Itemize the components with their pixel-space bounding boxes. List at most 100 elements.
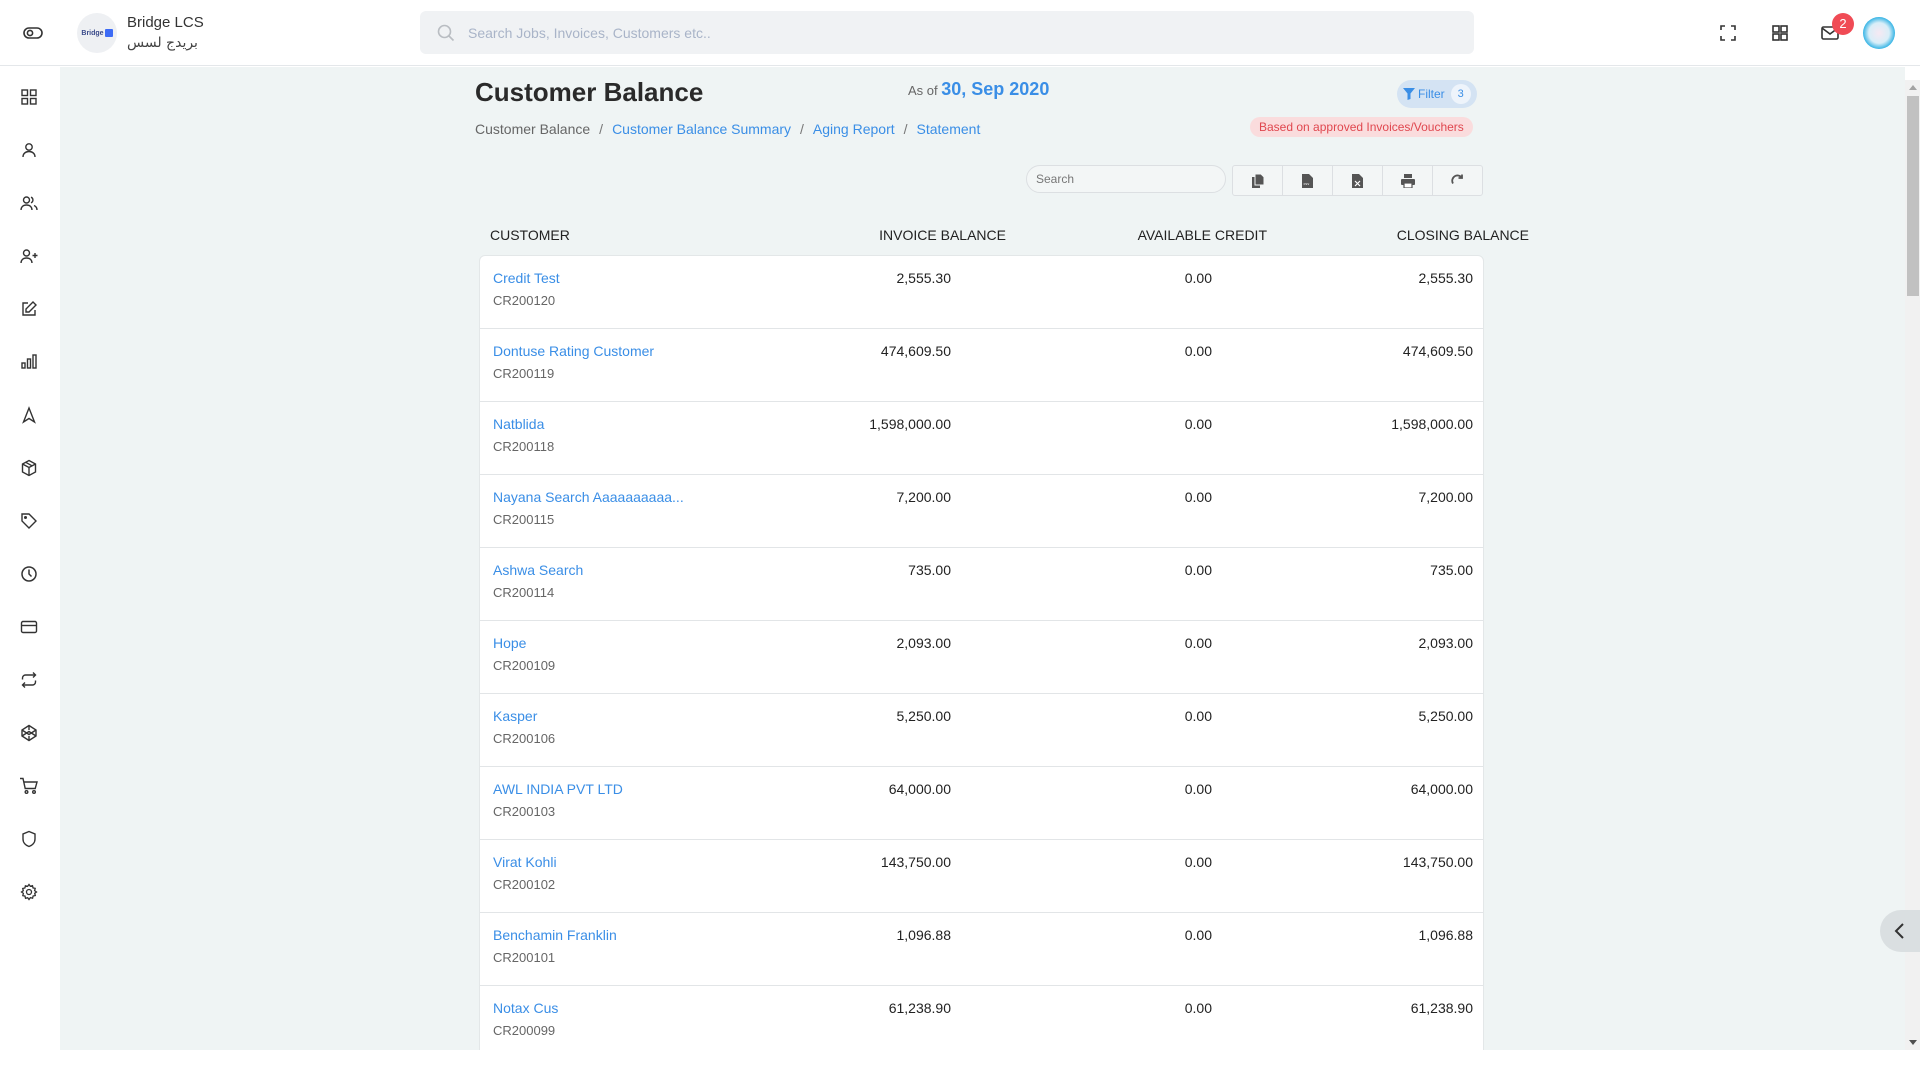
- csv-button[interactable]: csv: [1283, 166, 1333, 195]
- logo-mark: [104, 29, 113, 37]
- table-search-input[interactable]: [1026, 165, 1226, 193]
- panel-collapse-button[interactable]: [1880, 910, 1920, 952]
- available-credit-value: 0.00: [1184, 781, 1212, 797]
- table-row: Natblida CR200118 1,598,000.00 0.00 1,598,00…: [480, 402, 1483, 475]
- customer-name-link[interactable]: Ashwa Search: [493, 562, 583, 578]
- toggle-icon[interactable]: [22, 24, 44, 42]
- table-row: Hope CR200109 2,093.00 0.00 2,093.00: [480, 621, 1483, 694]
- column-header-closing-balance[interactable]: CLOSING BALANCE: [1397, 227, 1529, 243]
- cart-icon: [20, 777, 38, 794]
- user-avatar[interactable]: [1863, 17, 1895, 49]
- customer-name-link[interactable]: Nayana Search Aaaaaaaaaa...: [493, 489, 684, 505]
- column-header-customer[interactable]: CUSTOMER: [490, 227, 570, 243]
- customer-name-link[interactable]: Hope: [493, 635, 526, 651]
- invoice-balance-value: 2,093.00: [896, 635, 952, 651]
- sidebar-item-history[interactable]: [18, 563, 40, 585]
- customer-name-link[interactable]: AWL INDIA PVT LTD: [493, 781, 623, 797]
- as-of-value[interactable]: 30, Sep 2020: [941, 79, 1049, 99]
- sidebar-item-dashboard[interactable]: [18, 86, 40, 108]
- vertical-scrollbar[interactable]: [1905, 80, 1920, 1050]
- breadcrumb-statement[interactable]: Statement: [917, 121, 981, 137]
- closing-balance-value: 1,598,000.00: [1391, 416, 1473, 432]
- sidebar-item-packages[interactable]: [18, 457, 40, 479]
- table-row: Ashwa Search CR200114 735.00 0.00 735.00: [480, 548, 1483, 621]
- copy-button[interactable]: [1233, 166, 1283, 195]
- sidebar-item-settings[interactable]: [18, 881, 40, 903]
- scroll-up-arrow[interactable]: [1909, 85, 1917, 90]
- clock-icon: [21, 566, 37, 582]
- breadcrumb-customer-balance-summary[interactable]: Customer Balance Summary: [612, 121, 791, 137]
- breadcrumb-aging-report[interactable]: Aging Report: [813, 121, 895, 137]
- table-row: Virat Kohli CR200102 143,750.00 0.00 143,750…: [480, 840, 1483, 913]
- brand-logo[interactable]: Bridge: [77, 13, 117, 53]
- customer-name-link[interactable]: Dontuse Rating Customer: [493, 343, 654, 359]
- sidebar-item-users[interactable]: [18, 192, 40, 214]
- export-toolbar: csv: [1232, 165, 1483, 196]
- notification-badge: 2: [1832, 13, 1854, 35]
- invoice-balance-value: 1,096.88: [896, 927, 952, 943]
- print-button[interactable]: [1383, 166, 1433, 195]
- apps-grid-icon[interactable]: [1769, 22, 1791, 44]
- sidebar-item-edit[interactable]: [18, 298, 40, 320]
- available-credit-value: 0.00: [1184, 1000, 1212, 1016]
- global-search-input[interactable]: [468, 24, 1368, 41]
- user-plus-icon: [20, 249, 38, 264]
- codepen-icon: [21, 724, 37, 742]
- customer-name-link[interactable]: Credit Test: [493, 270, 560, 286]
- customer-name-link[interactable]: Kasper: [493, 708, 537, 724]
- customer-name-link[interactable]: Notax Cus: [493, 1000, 558, 1016]
- sidebar-item-transfers[interactable]: [18, 669, 40, 691]
- available-credit-value: 0.00: [1184, 416, 1212, 432]
- sidebar-item-tags[interactable]: [18, 510, 40, 532]
- excel-button[interactable]: [1333, 166, 1383, 195]
- sidebar: [0, 67, 60, 1050]
- customer-name-link[interactable]: Virat Kohli: [493, 854, 557, 870]
- sidebar-item-security[interactable]: [18, 828, 40, 850]
- sidebar-item-integrations[interactable]: [18, 722, 40, 744]
- customer-name-link[interactable]: Benchamin Franklin: [493, 927, 617, 943]
- invoice-balance-value: 2,555.30: [896, 270, 952, 286]
- table-row: Nayana Search Aaaaaaaaaa... CR200115 7,200…: [480, 475, 1483, 548]
- scrollbar-thumb[interactable]: [1907, 96, 1919, 296]
- fullscreen-icon[interactable]: [1717, 22, 1739, 44]
- invoice-balance-value: 64,000.00: [888, 781, 951, 797]
- table-row: Notax Cus CR200099 61,238.90 0.00 61,238.90: [480, 986, 1483, 1050]
- scroll-down-arrow[interactable]: [1909, 1040, 1917, 1045]
- sidebar-item-navigation[interactable]: [18, 404, 40, 426]
- customer-code: CR200114: [493, 585, 555, 600]
- column-header-available-credit[interactable]: AVAILABLE CREDIT: [1138, 227, 1267, 243]
- grid-icon: [21, 89, 37, 105]
- sidebar-item-payments[interactable]: [18, 616, 40, 638]
- closing-balance-value: 61,238.90: [1410, 1000, 1473, 1016]
- sidebar-item-orders[interactable]: [18, 775, 40, 797]
- refresh-button[interactable]: [1433, 166, 1482, 195]
- print-icon: [1400, 173, 1415, 188]
- sidebar-item-user[interactable]: [18, 139, 40, 161]
- table-row: Credit Test CR200120 2,555.30 0.00 2,555.30: [480, 256, 1483, 329]
- main-content: Customer Balance As of 30, Sep 2020 Filt…: [60, 67, 1905, 1050]
- global-search[interactable]: [420, 11, 1474, 54]
- customer-name-link[interactable]: Natblida: [493, 416, 544, 432]
- repeat-icon: [21, 672, 37, 688]
- refresh-icon: [1451, 174, 1463, 184]
- bar-chart-icon: [21, 354, 37, 369]
- svg-text:csv: csv: [1304, 182, 1310, 186]
- breadcrumb-current: Customer Balance: [475, 121, 591, 137]
- customer-code: CR200101: [493, 950, 556, 965]
- filter-button[interactable]: Filter 3: [1397, 80, 1477, 108]
- closing-balance-value: 7,200.00: [1418, 489, 1474, 505]
- csv-icon: csv: [1302, 173, 1313, 188]
- table-row: Benchamin Franklin CR200101 1,096.88 0.00 1,…: [480, 913, 1483, 986]
- available-credit-value: 0.00: [1184, 854, 1212, 870]
- table-row: Dontuse Rating Customer CR200119 474,609.5…: [480, 329, 1483, 402]
- invoice-balance-value: 7,200.00: [896, 489, 952, 505]
- breadcrumb-separator: /: [599, 121, 604, 137]
- shield-icon: [22, 830, 36, 848]
- column-header-invoice-balance[interactable]: INVOICE BALANCE: [879, 227, 1006, 243]
- sidebar-item-reports[interactable]: [18, 351, 40, 373]
- brand-subtitle: بريدج لسس: [127, 35, 198, 51]
- available-credit-value: 0.00: [1184, 562, 1212, 578]
- sidebar-item-add-user[interactable]: [18, 245, 40, 267]
- closing-balance-value: 1,096.88: [1418, 927, 1474, 943]
- customer-code: CR200119: [493, 366, 555, 381]
